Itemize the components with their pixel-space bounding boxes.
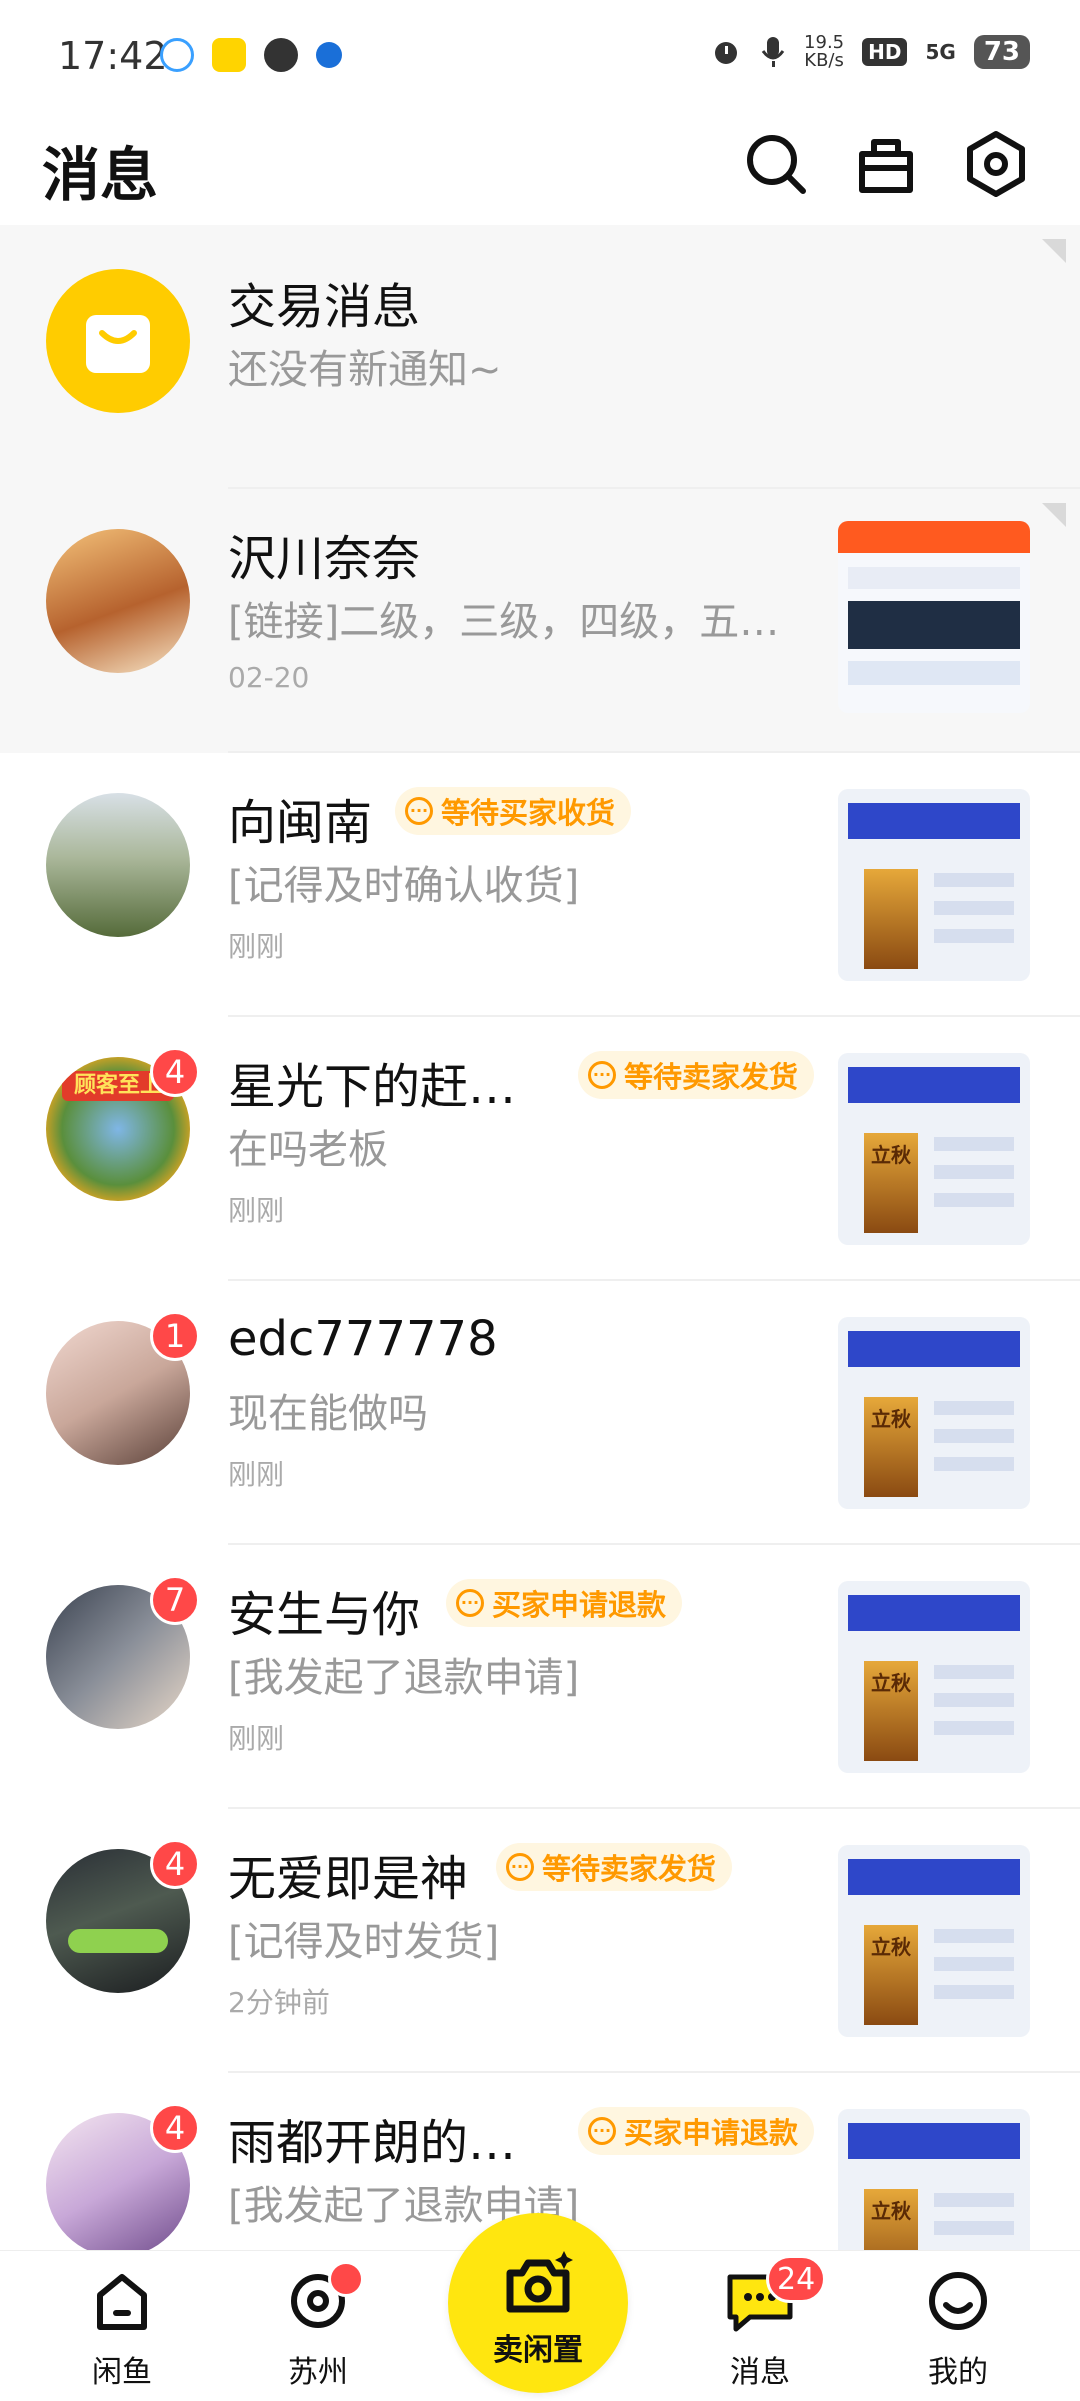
order-status-tag: ··· 等待买家收货	[395, 787, 632, 835]
message-preview: [记得及时发货]	[228, 1919, 500, 1965]
unread-badge: 24	[766, 2255, 827, 2303]
smile-icon	[929, 2272, 987, 2330]
nav-label: 消息	[730, 2355, 790, 2390]
conversation-name: 雨都开朗的…	[228, 2115, 517, 2171]
shopping-bag-icon	[46, 269, 190, 413]
list-item-trade-messages[interactable]: 交易消息 还没有新通知~	[0, 225, 1080, 489]
nav-home[interactable]: 闲鱼	[62, 2265, 182, 2391]
order-status-tag: ··· 等待卖家发货	[578, 1051, 815, 1099]
alarm-icon	[715, 42, 738, 64]
message-preview: [记得及时确认收货]	[228, 863, 580, 909]
message-preview: [我发起了退款申请]	[228, 1655, 580, 1701]
status-right: 19.5 KB/s HD 5G 73	[710, 34, 1030, 70]
search-icon[interactable]	[740, 128, 812, 200]
conversation-name: 交易消息	[228, 279, 421, 335]
net-speed: 19.5 KB/s	[804, 32, 845, 71]
item-thumbnail[interactable]: 立秋	[838, 2109, 1030, 2253]
unread-badge: 4	[150, 1839, 200, 1889]
notification-icons	[160, 38, 342, 72]
message-preview: [链接]二级，三级，四级，五…	[228, 599, 780, 645]
nav-city[interactable]: 苏州	[258, 2261, 378, 2391]
item-thumbnail[interactable]: 立秋	[838, 1845, 1030, 2037]
sell-label: 卖闲置	[493, 2333, 583, 2368]
message-time: 刚刚	[228, 1194, 285, 1227]
unread-badge: 7	[150, 1575, 200, 1625]
message-preview: 在吗老板	[228, 1127, 388, 1173]
conversation-name: 向闽南	[228, 795, 373, 851]
pinned-marker	[1042, 503, 1066, 527]
list-item-conversation[interactable]: 1 edc777778 现在能做吗 刚刚 立秋	[0, 1281, 1080, 1545]
page-header: 消息	[0, 110, 1080, 220]
qq-icon	[160, 38, 194, 72]
page-title: 消息	[42, 141, 159, 209]
nav-profile[interactable]: 我的	[898, 2265, 1018, 2391]
app-blue-icon	[316, 42, 342, 68]
camera-sparkle-icon	[506, 2251, 573, 2313]
list-item-conversation[interactable]: 沢川奈奈 [链接]二级，三级，四级，五… 02-20	[0, 489, 1080, 753]
message-time: 02-20	[228, 661, 310, 694]
hd-icon: HD	[862, 38, 908, 66]
bottom-nav: 闲鱼 苏州 卖闲置 消息 24 我的	[0, 2213, 1080, 2401]
sell-item-button[interactable]: 卖闲置	[448, 2213, 628, 2393]
list-item-conversation[interactable]: 向闽南 ··· 等待买家收货 [记得及时确认收货] 刚刚	[0, 753, 1080, 1017]
conversation-name: 无爱即是神	[228, 1851, 469, 1907]
conversation-name: edc777778	[228, 1311, 498, 1367]
message-preview: 现在能做吗	[228, 1391, 428, 1437]
order-status-tag: ··· 买家申请退款	[446, 1579, 683, 1627]
item-thumbnail[interactable]: 立秋	[838, 1053, 1030, 1245]
pinned-marker	[1042, 239, 1066, 263]
unread-badge: 4	[150, 1047, 200, 1097]
more-dots-icon: ···	[456, 1589, 484, 1617]
status-bar: 17:42 19.5 KB/s HD 5G 73	[0, 0, 1080, 110]
unread-badge: 4	[150, 2103, 200, 2153]
status-time: 17:42	[58, 34, 168, 78]
signal-icon: 5G	[925, 40, 956, 64]
avatar	[46, 529, 190, 673]
nav-messages[interactable]: 消息 24	[700, 2255, 827, 2391]
message-preview: 还没有新通知~	[228, 347, 502, 393]
home-icon	[97, 2274, 147, 2330]
message-icon	[264, 38, 298, 72]
order-status-tag: ··· 买家申请退款	[578, 2107, 815, 2155]
message-time: 刚刚	[228, 930, 285, 963]
message-time: 刚刚	[228, 1458, 285, 1491]
item-thumbnail[interactable]	[838, 521, 1030, 713]
unread-badge: 1	[150, 1311, 200, 1361]
order-status-tag: ··· 等待卖家发货	[496, 1843, 733, 1891]
item-thumbnail[interactable]: 立秋	[838, 1581, 1030, 1773]
message-time: 2分钟前	[228, 1986, 330, 2019]
list-item-conversation[interactable]: 顾客至上 4 星光下的赶… ··· 等待卖家发货 在吗老板 刚刚 立秋	[0, 1017, 1080, 1281]
notification-dot	[328, 2261, 364, 2297]
message-time: 刚刚	[228, 1722, 285, 1755]
nav-label: 苏州	[288, 2355, 348, 2390]
app-yellow-icon	[212, 38, 246, 72]
item-thumbnail[interactable]	[838, 789, 1030, 981]
avatar	[46, 793, 190, 937]
more-dots-icon: ···	[506, 1853, 534, 1881]
settings-icon[interactable]	[960, 128, 1032, 200]
nav-label: 闲鱼	[92, 2355, 152, 2390]
more-dots-icon: ···	[588, 2117, 616, 2145]
conversation-name: 沢川奈奈	[228, 531, 421, 587]
item-thumbnail[interactable]: 立秋	[838, 1317, 1030, 1509]
more-dots-icon: ···	[588, 1061, 616, 1089]
list-item-conversation[interactable]: 7 安生与你 ··· 买家申请退款 [我发起了退款申请] 刚刚 立秋	[0, 1545, 1080, 1809]
list-item-conversation[interactable]: 4 无爱即是神 ··· 等待卖家发货 [记得及时发货] 2分钟前 立秋	[0, 1809, 1080, 2073]
battery-icon: 73	[973, 35, 1030, 69]
conversation-name: 星光下的赶…	[228, 1059, 517, 1115]
more-dots-icon: ···	[405, 797, 433, 825]
nav-label: 我的	[928, 2355, 988, 2390]
store-icon[interactable]	[850, 128, 922, 200]
conversation-name: 安生与你	[228, 1587, 421, 1643]
mic-icon	[761, 37, 785, 67]
